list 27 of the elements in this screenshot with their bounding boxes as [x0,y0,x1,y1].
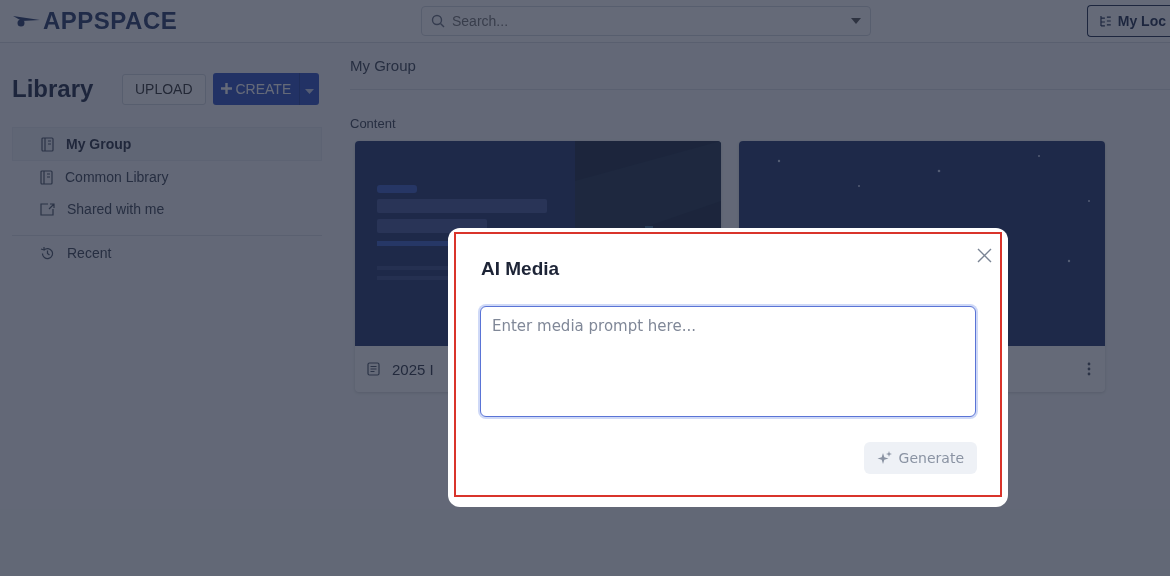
close-icon[interactable] [977,248,992,263]
document-icon [367,362,380,376]
book-icon [40,169,53,185]
sidebar-item[interactable]: Recent [12,237,322,269]
prompt-field[interactable]: Enter media prompt here... [480,306,976,417]
breadcrumb: My Group [350,57,416,74]
section-title: Content [350,116,397,131]
sidebar-item[interactable]: My Group [12,127,322,161]
plus-icon [220,83,232,94]
caret-icon [851,18,861,24]
history-icon [40,245,55,261]
search-icon [431,14,445,28]
caret-icon [305,88,315,94]
book-icon [41,136,54,152]
share-icon [40,202,55,216]
appspace-logo: APPSPACE [12,7,421,35]
upload-button[interactable]: UPLOAD [122,73,206,105]
library-title: Library [12,75,95,103]
card-title: 2025 I [392,360,434,378]
sidebar-item[interactable]: Shared with me [12,193,322,225]
create-button[interactable]: CREATE [212,73,300,105]
hierarchy-icon [1100,15,1112,27]
sidebar-item[interactable]: Common Library [12,161,322,193]
create-dropdown-button[interactable] [299,73,320,105]
more-menu-icon[interactable] [1085,360,1093,378]
location-button[interactable]: My Loc [1087,5,1170,37]
dialog-title: AI Media [481,258,560,280]
